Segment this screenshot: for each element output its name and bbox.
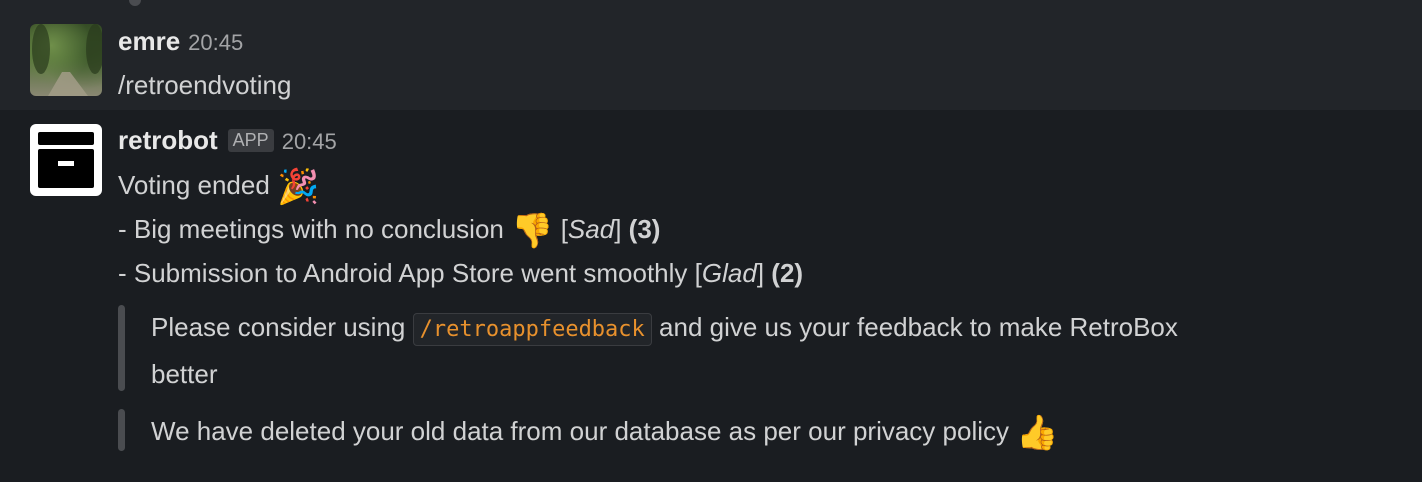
thumbs-up-icon[interactable]: 👍 (1016, 416, 1058, 450)
avatar-tree-left (32, 24, 50, 74)
thumbs-down-icon[interactable]: 👎 (511, 214, 553, 248)
app-badge: APP (227, 129, 274, 152)
category-label: Glad (701, 258, 757, 288)
quote-bar (118, 409, 125, 451)
username[interactable]: retrobot (118, 125, 218, 156)
quote-bar (118, 305, 125, 391)
timestamp[interactable]: 20:45 (282, 129, 337, 155)
scroll-indicator (129, 0, 141, 6)
privacy-text: We have deleted your old data from our d… (151, 409, 1331, 453)
category-label: Sad (567, 214, 615, 244)
message-header: emre 20:45 (118, 26, 243, 57)
message-pane: emre 20:45 /retroendvoting retrobot APP … (0, 0, 1422, 482)
result-item-category: [Glad] (694, 258, 765, 288)
result-item: - Submission to Android App Store went s… (118, 257, 803, 289)
feedback-text: Please consider using /retroappfeedback … (151, 305, 1331, 396)
archive-box-shape (38, 132, 94, 188)
avatar-path (48, 72, 88, 96)
archive-box-body (38, 149, 94, 188)
feedback-text-wrap: better (151, 359, 218, 389)
result-item-text: - Submission to Android App Store went s… (118, 258, 688, 288)
feedback-text-before: Please consider using (151, 312, 406, 342)
vote-count: (2) (771, 258, 804, 288)
username[interactable]: emre (118, 26, 180, 57)
archive-box-lid (38, 132, 94, 145)
message-text: /retroendvoting (118, 70, 292, 100)
voting-ended-line: Voting ended 🎉 (118, 169, 319, 204)
avatar-tree-right (86, 24, 102, 74)
feedback-text-after: and give us your feedback to make RetroB… (659, 312, 1178, 342)
result-item: - Big meetings with no conclusion 👎 [Sad… (118, 213, 661, 248)
archive-box-handle (58, 161, 74, 166)
vote-count: (3) (628, 214, 661, 244)
message-emre[interactable]: emre 20:45 /retroendvoting (0, 0, 1422, 110)
timestamp[interactable]: 20:45 (188, 30, 243, 56)
result-item-text: - Big meetings with no conclusion (118, 214, 504, 244)
user-photo-avatar[interactable] (30, 24, 102, 96)
result-item-category: [Sad] (560, 214, 622, 244)
retroappfeedback-command[interactable]: /retroappfeedback (412, 313, 652, 346)
message-header: retrobot APP 20:45 (118, 125, 337, 156)
party-popper-icon[interactable]: 🎉 (277, 170, 319, 204)
voting-ended-text: Voting ended (118, 170, 270, 200)
archive-box-icon[interactable] (30, 124, 102, 196)
privacy-text-content: We have deleted your old data from our d… (151, 416, 1009, 446)
